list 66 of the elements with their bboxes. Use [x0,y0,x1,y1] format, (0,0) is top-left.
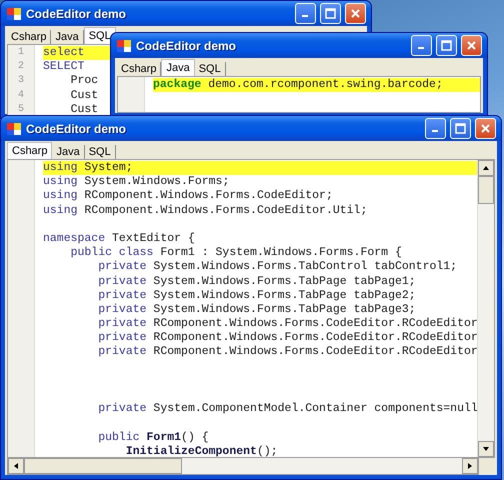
line-number: 1 [18,46,25,60]
maximize-button[interactable] [320,3,341,24]
window-title: CodeEditor demo [26,6,128,20]
code-line: using System.Windows.Forms; [43,175,230,190]
code-line: private System.ComponentModel.Container components=null [97,402,477,416]
line-number: 5 [18,102,25,117]
code-line: private RComponent.Windows.Forms.CodeEditor.RCodeEditor [97,345,477,360]
arrow-right-icon [466,462,474,470]
window-title: CodeEditor demo [136,38,238,52]
minimize-button[interactable] [425,118,446,139]
scroll-down-button[interactable] [478,441,494,457]
scroll-up-button[interactable] [478,160,494,176]
code-editor[interactable] [7,159,495,458]
code-line: private System.Windows.Forms.TabPage tabPage3; [97,302,416,318]
code-line: Cust [70,102,98,117]
line-number: 4 [18,88,25,103]
code-line: private System.Windows.Forms.TabPage tabPage2; [97,288,416,303]
code-line: using System; [43,161,133,176]
code-editor[interactable]: 1 2 3 4 5 select SELECT Proc Cust Cust [7,44,111,118]
gutter [118,77,145,112]
maximize-button[interactable] [436,35,457,56]
maximize-button[interactable] [450,118,471,139]
code-line: package demo.com.rcomponent.swing.barcode; [153,78,443,92]
code-editor[interactable]: package demo.com.rcomponent.swing.barcode; [117,76,481,113]
code-line: Cust [70,88,98,103]
close-button[interactable] [475,118,496,139]
code-line: public Form1() { [97,430,209,445]
code-line: public class Form1 : System.Windows.Forms.Form { [70,246,402,260]
maximize-icon [455,123,466,134]
code-line: private System.Windows.Forms.TabControl tabControl1; [97,260,458,274]
code-line: Proc [70,74,98,89]
code-line: using RComponent.Windows.Forms.CodeEditor.Util; [43,204,368,218]
tab[interactable]: Java [161,59,195,76]
maximize-icon [441,40,452,51]
code-line: private RComponent.Windows.Forms.CodeEditor.RCodeEditor [97,317,477,332]
horizontal-scrollbar[interactable] [7,458,479,475]
app-icon [116,38,132,54]
line-number: 3 [18,74,25,88]
code-line: InitializeComponent(); [124,444,278,457]
close-icon [350,8,361,19]
close-button[interactable] [345,3,366,24]
app-icon [6,6,22,22]
vertical-scrollbar[interactable] [477,160,494,457]
minimize-button[interactable] [411,35,432,56]
close-icon [480,123,491,134]
code-line: namespace TextEditor { [43,232,195,246]
close-button[interactable] [461,35,482,56]
code-line: SELECT [43,60,84,74]
code-line: select [43,46,84,60]
close-icon [466,40,477,51]
code-line: using RComponent.Windows.Forms.CodeEditor; [43,189,333,204]
arrow-up-icon [482,164,490,172]
maximize-icon [325,8,336,19]
arrow-left-icon [12,462,20,470]
minimize-button[interactable] [295,3,316,24]
code-line: private System.Windows.Forms.TabPage tabPage1; [97,274,416,289]
scroll-right-button[interactable] [462,458,478,474]
app-icon [6,120,22,136]
code-line: private RComponent.Windows.Forms.CodeEditor.RCodeEditor [97,331,477,346]
scroll-left-button[interactable] [8,458,24,474]
tab[interactable]: Csharp [7,142,52,159]
scroll-thumb[interactable] [24,458,182,474]
window-title: CodeEditor demo [26,122,128,136]
line-number: 2 [18,60,25,74]
scroll-thumb[interactable] [478,176,494,204]
arrow-down-icon [482,445,490,453]
